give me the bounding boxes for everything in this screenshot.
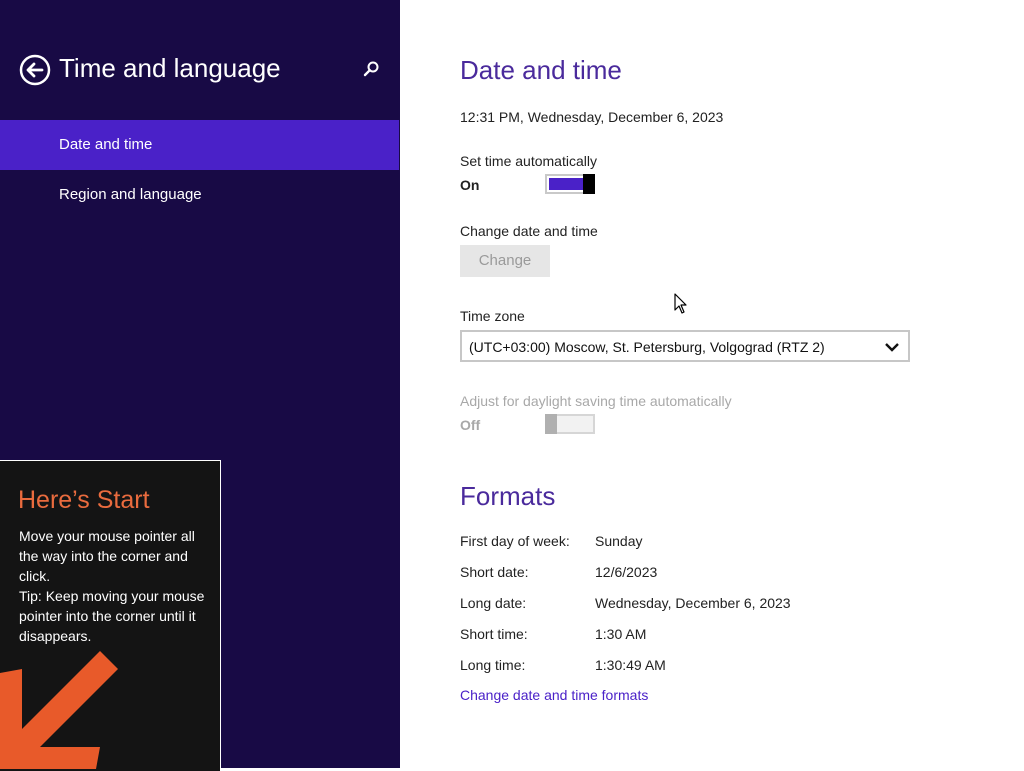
sidebar-item-label: Region and language [59, 186, 202, 203]
sidebar-item-date-and-time[interactable]: Date and time [0, 120, 399, 170]
main-panel: Date and time 12:31 PM, Wednesday, Decem… [400, 0, 1024, 768]
format-label: Short time: [460, 626, 528, 642]
change-button[interactable]: Change [460, 245, 550, 277]
format-value: 1:30 AM [595, 626, 647, 642]
section-heading-date-and-time: Date and time [460, 55, 622, 85]
chevron-down-icon [885, 343, 899, 352]
start-tip-panel: Here’s Start Move your mouse pointer all… [0, 460, 221, 771]
search-icon [363, 61, 379, 77]
time-zone-value: (UTC+03:00) Moscow, St. Petersburg, Volg… [469, 339, 825, 355]
daylight-saving-toggle[interactable] [545, 414, 595, 434]
back-arrow-icon [19, 54, 51, 86]
change-formats-link[interactable]: Change date and time formats [460, 687, 648, 703]
search-button[interactable] [359, 58, 383, 82]
set-time-automatically-state: On [460, 177, 480, 193]
daylight-saving-label: Adjust for daylight saving time automati… [460, 393, 732, 409]
tip-line: Move your mouse pointer all the way into… [19, 528, 195, 584]
format-value: 1:30:49 AM [595, 657, 666, 673]
format-label: Long time: [460, 657, 526, 673]
set-time-automatically-label: Set time automatically [460, 153, 597, 169]
daylight-saving-state: Off [460, 417, 481, 433]
toggle-thumb [583, 174, 595, 194]
sidebar-item-region-and-language[interactable]: Region and language [0, 170, 399, 220]
page-title: Time and language [59, 53, 281, 83]
format-label: Long date: [460, 595, 527, 611]
toggle-thumb [545, 414, 557, 434]
back-button[interactable] [19, 54, 51, 86]
change-date-time-label: Change date and time [460, 223, 598, 239]
format-value: 12/6/2023 [595, 564, 658, 580]
format-label: First day of week: [460, 533, 570, 549]
section-heading-formats: Formats [460, 481, 556, 511]
time-zone-select[interactable]: (UTC+03:00) Moscow, St. Petersburg, Volg… [460, 330, 910, 362]
format-value: Sunday [595, 533, 643, 549]
tip-body: Move your mouse pointer all the way into… [19, 526, 209, 646]
sidebar: Time and language Date and time Region a… [0, 0, 400, 771]
set-time-automatically-toggle[interactable] [545, 174, 595, 194]
format-label: Short date: [460, 564, 529, 580]
tip-line: Tip: Keep moving your mouse pointer into… [19, 588, 205, 644]
tip-title: Here’s Start [18, 486, 150, 514]
time-zone-label: Time zone [460, 308, 525, 324]
toggle-fill [549, 178, 583, 190]
arrow-down-left-icon [0, 651, 118, 769]
mouse-cursor-icon [674, 293, 687, 314]
current-datetime: 12:31 PM, Wednesday, December 6, 2023 [460, 109, 724, 125]
sidebar-item-label: Date and time [59, 136, 153, 153]
format-value: Wednesday, December 6, 2023 [595, 595, 791, 611]
